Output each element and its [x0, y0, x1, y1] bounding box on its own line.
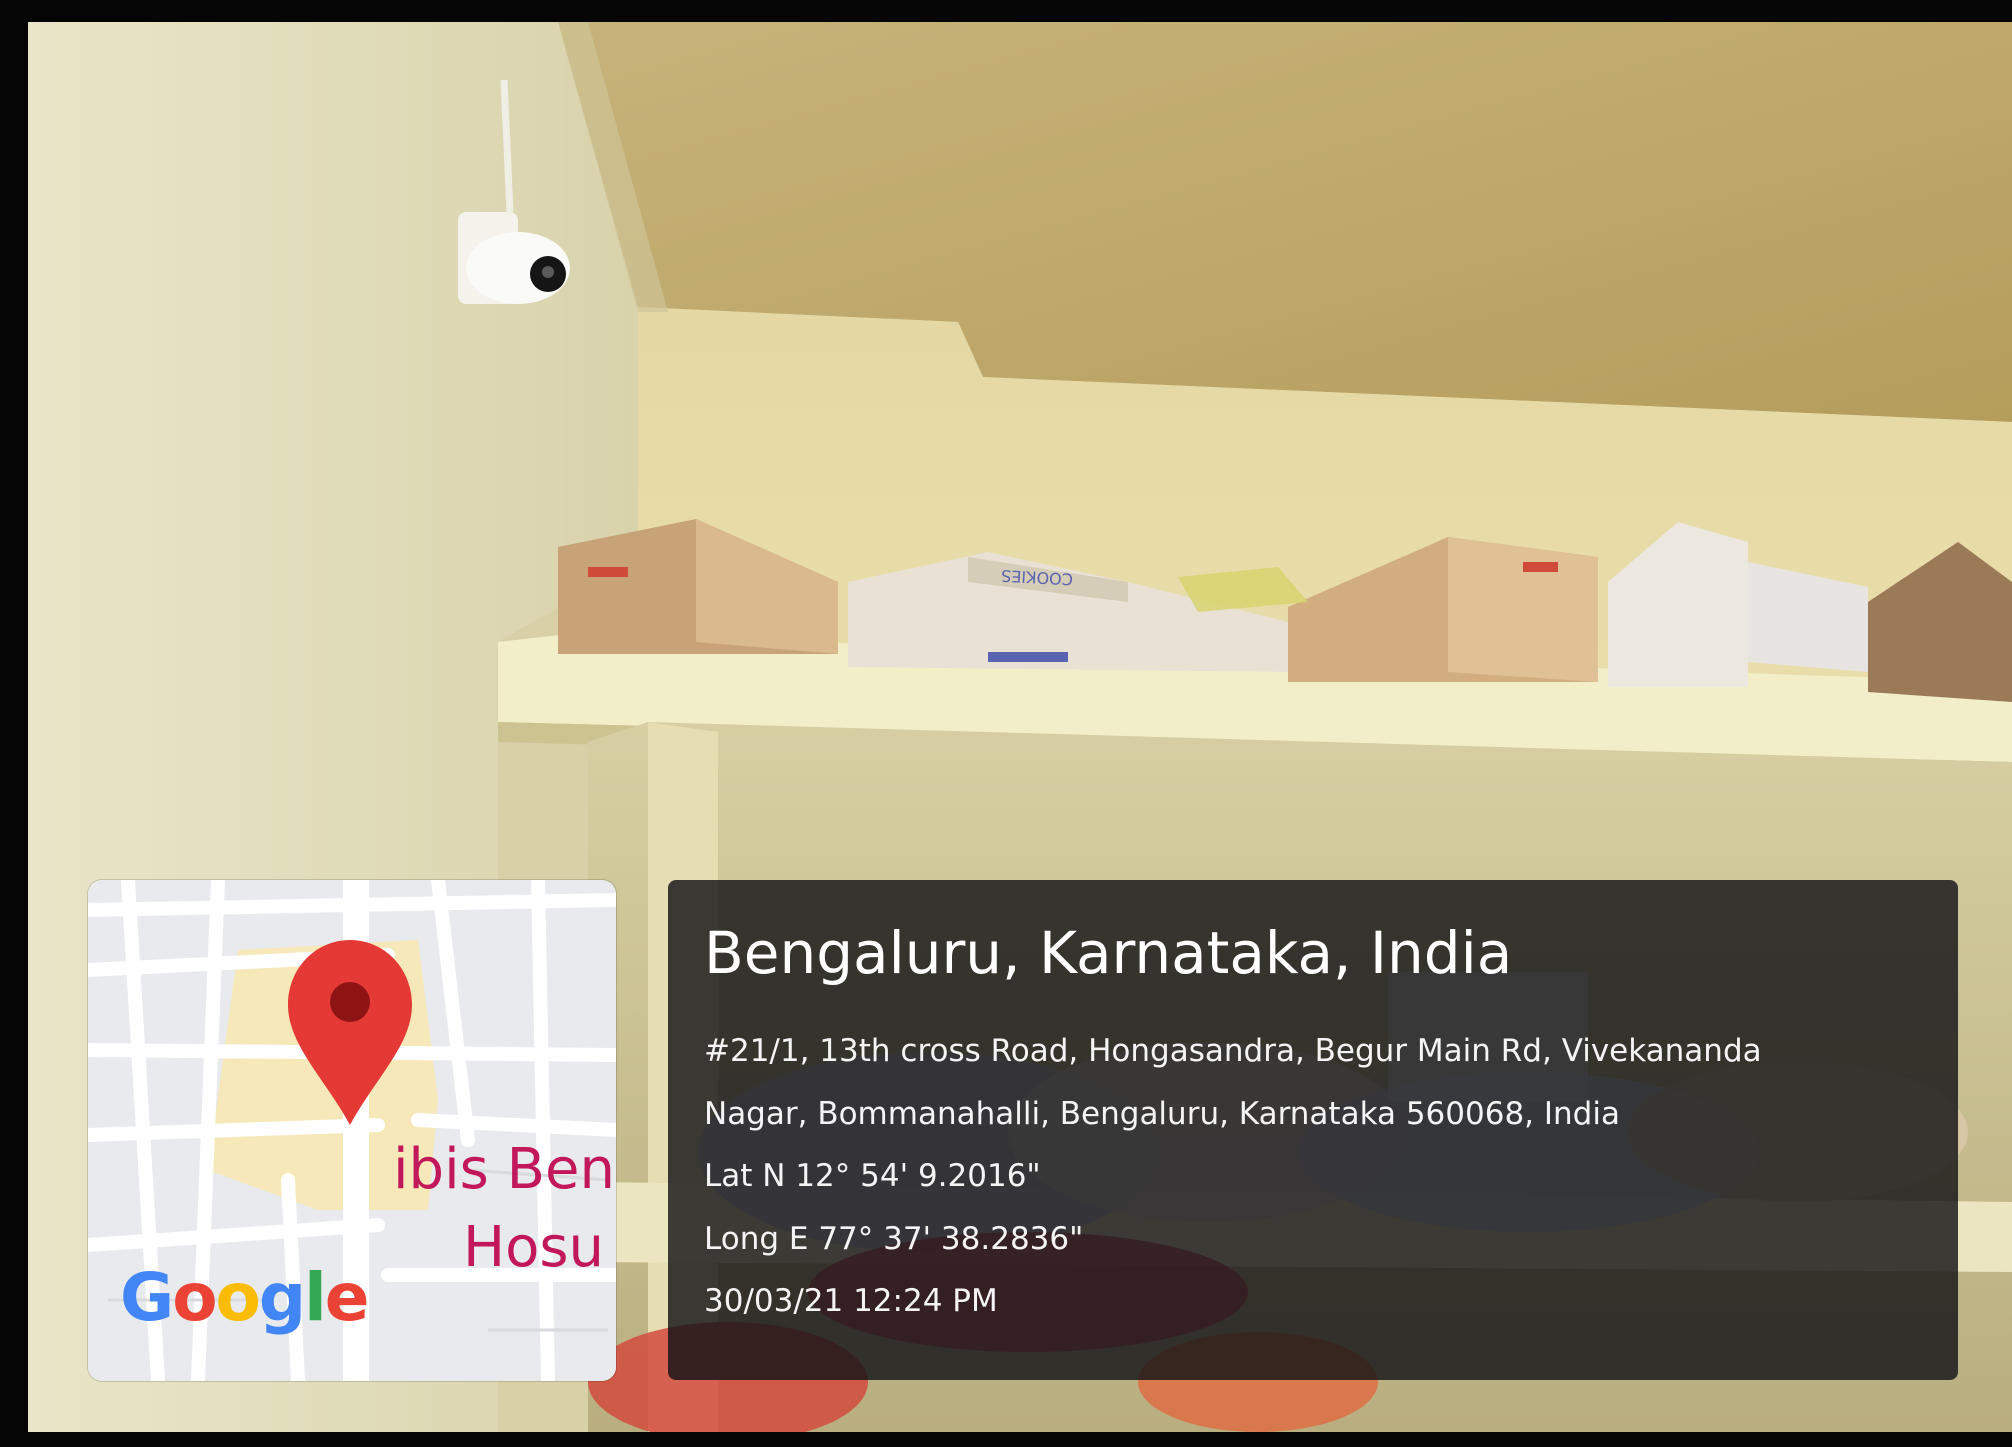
- google-logo-letter: o: [172, 1259, 217, 1336]
- google-logo-letter: o: [215, 1259, 261, 1336]
- map-place-label: ibis Ben: [393, 1137, 616, 1202]
- box-print: COOKIES: [1001, 566, 1074, 589]
- google-logo-letter: e: [324, 1259, 370, 1336]
- map-place-label-2: Hosu: [463, 1215, 605, 1280]
- map-thumbnail[interactable]: ibis Ben Hosu Google: [88, 880, 616, 1381]
- google-logo-letter: g: [258, 1259, 306, 1336]
- city-heading: Bengaluru, Karnataka, India: [704, 919, 1513, 987]
- google-logo-letter: l: [304, 1259, 327, 1336]
- timestamp-text: 30/03/21 12:24 PM: [704, 1283, 998, 1319]
- google-logo-letter: G: [120, 1259, 174, 1336]
- address-line-1: #21/1, 13th cross Road, Hongasandra, Beg…: [704, 1033, 1762, 1069]
- latitude-text: Lat N 12° 54' 9.2016": [704, 1158, 1041, 1194]
- address-line-2: Nagar, Bommanahalli, Bengaluru, Karnatak…: [704, 1096, 1620, 1132]
- photo-frame: COOKIES ibis Ben Hosu Google Bengaluru, …: [0, 0, 2012, 1447]
- google-logo: Google: [120, 1259, 370, 1336]
- location-info-panel: Bengaluru, Karnataka, India #21/1, 13th …: [668, 880, 1958, 1380]
- longitude-text: Long E 77° 37' 38.2836": [704, 1221, 1084, 1257]
